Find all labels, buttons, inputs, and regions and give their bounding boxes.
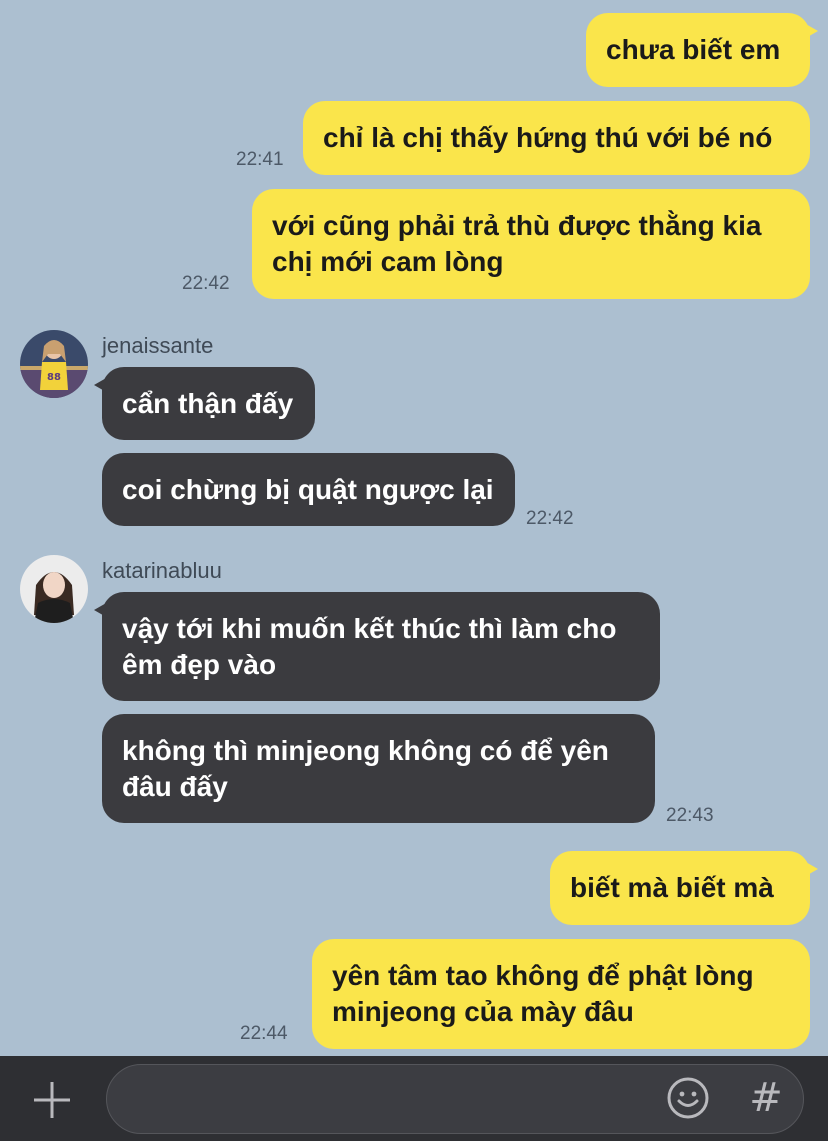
avatar-image [20, 555, 88, 623]
message-text: chỉ là chị thấy hứng thú với bé nó [323, 122, 773, 153]
svg-text:88: 88 [47, 372, 61, 383]
outgoing-message[interactable]: chỉ là chị thấy hứng thú với bé nó [303, 101, 810, 175]
outgoing-message[interactable]: yên tâm tao không để phật lòng minjeong … [312, 939, 810, 1049]
incoming-message[interactable]: cẩn thận đấy [94, 367, 315, 440]
message-timestamp: 22:41 [236, 149, 284, 170]
avatar-jenaissante[interactable]: 88 [20, 330, 88, 398]
message-text: cẩn thận đấy [122, 387, 294, 419]
hash-icon[interactable]: # [746, 1070, 786, 1126]
sender-name: katarinabluu [102, 558, 222, 583]
sender-name: jenaissante [102, 333, 214, 358]
outgoing-message[interactable]: biết mà biết mà [550, 851, 818, 925]
message-text: yên tâm tao không để phật lòng minjeong … [332, 960, 754, 1027]
avatar-image: 88 [20, 330, 88, 398]
outgoing-message[interactable]: với cũng phải trả thù được thằng kia chị… [252, 189, 810, 299]
message-timestamp: 22:44 [240, 1023, 288, 1044]
message-text: với cũng phải trả thù được thằng kia chị… [272, 210, 762, 277]
outgoing-message[interactable]: chưa biết em [586, 13, 818, 87]
message-timestamp: 22:42 [182, 273, 230, 294]
message-text: biết mà biết mà [570, 872, 774, 903]
message-input-bar: # [0, 1056, 828, 1141]
message-text: không thì minjeong không có để yên đâu đ… [122, 734, 609, 802]
message-timestamp: 22:43 [666, 805, 714, 826]
chat-area[interactable]: chưa biết em chỉ là chị thấy hứng thú vớ… [0, 0, 828, 1056]
incoming-message[interactable]: vậy tới khi muốn kết thúc thì làm cho êm… [94, 592, 660, 701]
incoming-message[interactable]: không thì minjeong không có để yên đâu đ… [102, 714, 655, 823]
emoji-icon[interactable] [666, 1076, 710, 1120]
incoming-message[interactable]: coi chừng bị quật ngược lại [102, 453, 515, 526]
message-timestamp: 22:42 [526, 508, 574, 529]
message-text: coi chừng bị quật ngược lại [122, 473, 494, 505]
plus-icon[interactable] [30, 1078, 74, 1122]
message-text: chưa biết em [606, 34, 781, 65]
avatar-katarinabluu[interactable] [20, 555, 88, 623]
message-text: vậy tới khi muốn kết thúc thì làm cho êm… [122, 612, 617, 680]
